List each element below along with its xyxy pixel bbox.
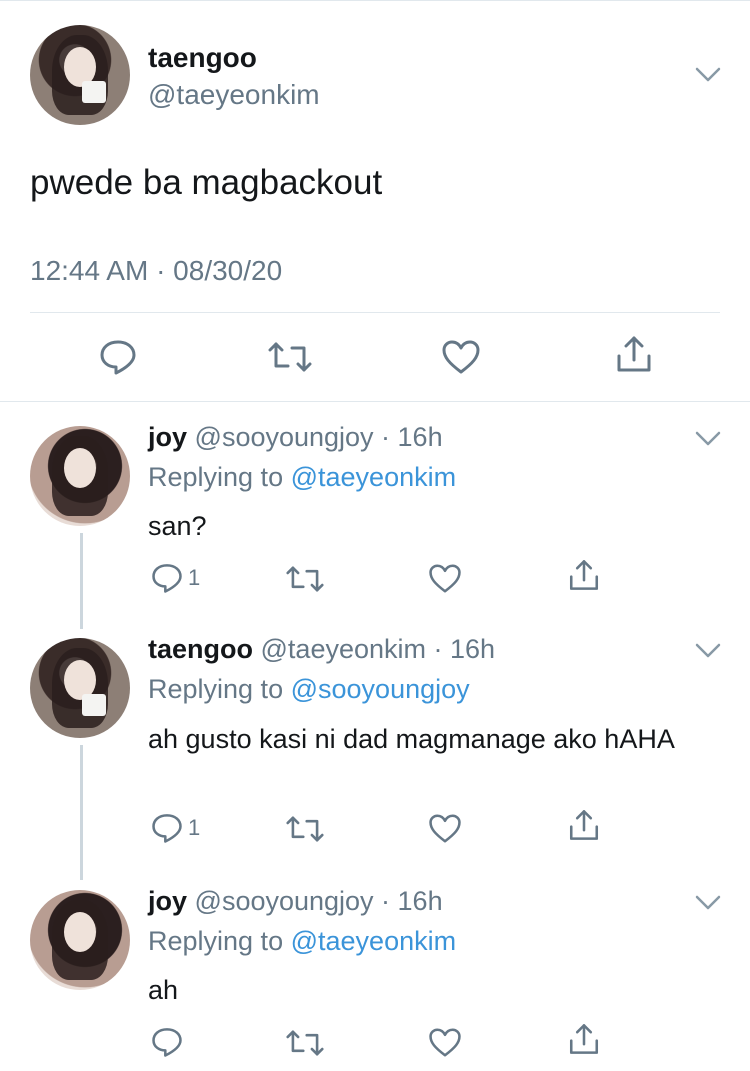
reply-tweet: taengoo @taeyeonkim · 16h Replying to @s… [0,634,750,864]
like-button[interactable] [428,563,462,594]
retweet-button[interactable] [286,1028,324,1058]
replying-prefix: Replying to [148,674,284,704]
avatar[interactable] [30,426,130,526]
retweet-button[interactable] [268,340,312,374]
reply-tweet: joy @sooyoungjoy · 16h Replying to @taey… [0,422,750,622]
heart-icon [429,1028,461,1057]
reply-text: ah [148,975,179,1005]
replying-prefix: Replying to [148,926,284,956]
heart-icon [442,340,480,374]
share-icon [569,560,599,590]
share-icon [569,1024,599,1054]
like-button[interactable] [428,1027,462,1058]
display-name[interactable]: joy [148,422,187,452]
mention-link[interactable]: @sooyoungjoy [291,674,470,704]
replying-prefix: Replying to [148,462,284,492]
name-line[interactable]: joy @sooyoungjoy · 16h [148,886,443,917]
chevron-down-icon[interactable] [694,66,722,84]
reply-button[interactable]: 1 [150,562,200,594]
name-line[interactable]: taengoo @taeyeonkim · 16h [148,634,495,665]
timestamp[interactable]: 12:44 AM · 08/30/20 [30,255,282,287]
divider [0,401,750,402]
reply-icon [152,564,182,593]
like-button[interactable] [428,813,462,844]
reply-text: ah gusto kasi ni dad magmanage ako hAHA [148,724,675,754]
replying-to: Replying to @taeyeonkim [148,926,456,957]
reply-icon [152,814,182,843]
chevron-down-icon[interactable] [694,894,722,912]
chevron-down-icon[interactable] [694,430,722,448]
reply-text: san? [148,511,207,541]
handle[interactable]: @taeyeonkim · 16h [261,634,496,664]
share-button[interactable] [567,558,601,592]
mention-link[interactable]: @taeyeonkim [291,926,456,956]
retweet-icon [286,566,324,592]
replying-to: Replying to @sooyoungjoy [148,674,470,705]
retweet-icon [286,1030,324,1056]
share-icon [617,336,651,372]
retweet-icon [268,342,312,372]
tweet-text: pwede ba magbackout [30,163,383,202]
mention-link[interactable]: @taeyeonkim [291,462,456,492]
main-tweet: taengoo @taeyeonkim pwede ba magbackout … [0,0,750,402]
heart-icon [429,564,461,593]
heart-icon [429,814,461,843]
retweet-button[interactable] [286,564,324,594]
divider [30,312,720,313]
reply-count: 1 [188,815,201,840]
display-name[interactable]: taengoo [148,634,253,664]
reply-icon [100,340,136,375]
like-button[interactable] [441,339,481,375]
handle[interactable]: @taeyeonkim [148,79,320,111]
reply-count: 1 [188,565,201,590]
display-name[interactable]: taengoo [148,42,257,74]
avatar[interactable] [30,638,130,738]
retweet-button[interactable] [286,814,324,844]
name-line[interactable]: joy @sooyoungjoy · 16h [148,422,443,453]
reply-tweet: joy @sooyoungjoy · 16h Replying to @taey… [0,886,750,1071]
retweet-icon [286,816,324,842]
reply-button[interactable]: 1 [150,812,200,844]
handle[interactable]: @sooyoungjoy · 16h [195,422,443,452]
share-button[interactable] [614,334,654,374]
display-name[interactable]: joy [148,886,187,916]
reply-button[interactable] [98,338,138,376]
reply-icon [152,1028,182,1057]
chevron-down-icon[interactable] [694,642,722,660]
avatar[interactable] [30,890,130,990]
replying-to: Replying to @taeyeonkim [148,462,456,493]
handle[interactable]: @sooyoungjoy · 16h [195,886,443,916]
share-button[interactable] [567,1022,601,1056]
share-icon [569,810,599,840]
reply-button[interactable] [150,1026,184,1058]
share-button[interactable] [567,808,601,842]
avatar[interactable] [30,25,130,125]
